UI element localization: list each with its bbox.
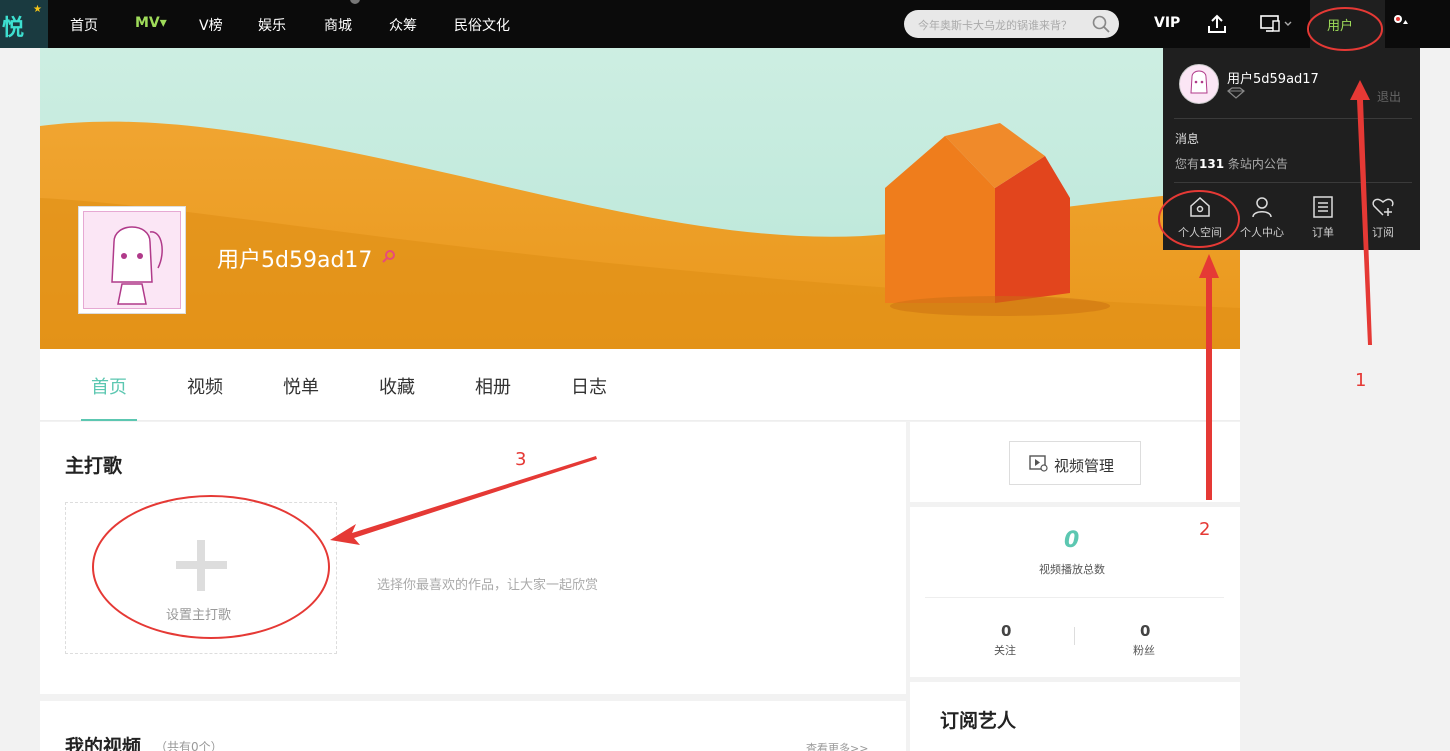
dropdown-divider	[1174, 118, 1412, 119]
personal-center-button[interactable]: 个人中心	[1237, 193, 1287, 243]
profile-tab-bar: 首页 视频 悦单 收藏 相册 日志	[40, 349, 1240, 421]
device-icon[interactable]	[1260, 14, 1294, 34]
notice-suffix: 条站内公告	[1224, 157, 1288, 171]
user-icon	[1252, 197, 1272, 218]
notice-prefix: 您有	[1175, 157, 1200, 171]
home-icon	[1190, 196, 1210, 217]
main-song-hint: 选择你最喜欢的作品，让大家一起欣赏	[377, 578, 599, 593]
tab-videos[interactable]: 视频	[187, 373, 223, 399]
subscribe-button[interactable]: 订阅	[1358, 193, 1408, 243]
follow-label: 关注	[994, 644, 1016, 657]
messages-title: 消息	[1175, 132, 1200, 146]
vip-link[interactable]: VIP	[1154, 15, 1180, 31]
personal-space-label: 个人空间	[1178, 226, 1222, 239]
dropdown-divider-2	[1174, 182, 1412, 183]
annotation-number: 1	[1355, 370, 1367, 391]
active-tab-underline	[81, 419, 137, 421]
orders-label: 订单	[1312, 226, 1334, 239]
my-videos-title: 我的视频	[65, 736, 142, 751]
nav-mall[interactable]: 商城	[324, 15, 352, 35]
heart-plus-icon	[1372, 198, 1394, 216]
set-main-song-label: 设置主打歌	[166, 608, 232, 623]
nav-mv[interactable]: MV▾	[135, 15, 167, 31]
logo-star-icon: ★	[33, 4, 42, 15]
search-input[interactable]: 今年奥斯卡大乌龙的锅谁来背？	[918, 17, 1072, 33]
nav-crowdfunding[interactable]: 众筹	[389, 15, 417, 35]
main-song-title: 主打歌	[65, 455, 123, 477]
notice-count: 131	[1199, 157, 1225, 171]
diamond-icon	[1227, 87, 1245, 99]
subscribed-artists-title: 订阅艺人	[940, 710, 1017, 732]
nav-indicator-dot	[350, 0, 360, 4]
nav-entertainment[interactable]: 娱乐	[258, 15, 286, 35]
search-bar[interactable]: 今年奥斯卡大乌龙的锅谁来背？	[904, 10, 1119, 38]
notification-icon[interactable]	[1392, 13, 1410, 29]
order-list-icon	[1313, 196, 1333, 218]
nav-vchart[interactable]: V榜	[199, 15, 223, 35]
stats-divider	[925, 597, 1224, 598]
play-total-label: 视频播放总数	[1039, 563, 1105, 576]
view-more-link[interactable]: 查看更多>>	[806, 740, 868, 751]
tab-blog[interactable]: 日志	[571, 373, 607, 399]
video-manage-button[interactable]: 视频管理	[1009, 441, 1141, 485]
profile-banner	[40, 48, 1240, 349]
profile-username: 用户5d59ad17	[217, 248, 373, 273]
search-icon[interactable]	[1092, 15, 1110, 33]
tab-album[interactable]: 相册	[475, 373, 511, 399]
orders-button[interactable]: 订单	[1298, 193, 1348, 243]
stats-vertical-divider	[1074, 627, 1075, 645]
profile-avatar[interactable]	[78, 206, 186, 314]
personal-space-button[interactable]: 个人空间	[1175, 193, 1225, 243]
dropdown-username[interactable]: 用户5d59ad17	[1227, 68, 1319, 87]
my-videos-count: （共有0个）	[155, 740, 223, 751]
tab-playlists[interactable]: 悦单	[283, 373, 319, 399]
level-tag-icon[interactable]	[381, 248, 397, 264]
banner-image	[40, 48, 1240, 349]
video-icon	[1029, 455, 1048, 472]
tab-home[interactable]: 首页	[91, 373, 127, 399]
annotation-number: 3	[515, 449, 527, 470]
avatar-illustration	[111, 226, 163, 305]
play-total-value: 0	[1064, 528, 1080, 553]
nav-folk-culture[interactable]: 民俗文化	[454, 15, 510, 35]
top-nav-bar: 悦 ★ 首页 MV▾ V榜 娱乐 商城 众筹 民俗文化 今年奥斯卡大乌龙的锅谁来…	[0, 0, 1450, 48]
logo-text: 悦	[2, 16, 25, 41]
fans-count[interactable]: 0	[1140, 622, 1150, 640]
site-logo[interactable]: 悦 ★	[0, 0, 48, 48]
video-manage-label: 视频管理	[1054, 457, 1115, 475]
personal-center-label: 个人中心	[1240, 226, 1284, 239]
nav-mv-label: MV	[135, 15, 160, 31]
annotation-number: 2	[1199, 519, 1211, 540]
chevron-down-icon: ▾	[159, 15, 167, 31]
fans-label: 粉丝	[1133, 644, 1155, 657]
dropdown-avatar[interactable]	[1179, 64, 1219, 104]
upload-icon[interactable]	[1206, 13, 1228, 35]
notice-link[interactable]: 您有131 条站内公告	[1175, 155, 1288, 172]
logout-link[interactable]: 退出	[1377, 88, 1401, 105]
user-menu-link[interactable]: 用户	[1310, 0, 1385, 48]
tab-favorites[interactable]: 收藏	[379, 373, 415, 399]
nav-home[interactable]: 首页	[70, 15, 98, 35]
subscribe-label: 订阅	[1372, 226, 1394, 239]
plus-icon-vertical	[197, 540, 205, 591]
follow-count[interactable]: 0	[1001, 622, 1011, 640]
